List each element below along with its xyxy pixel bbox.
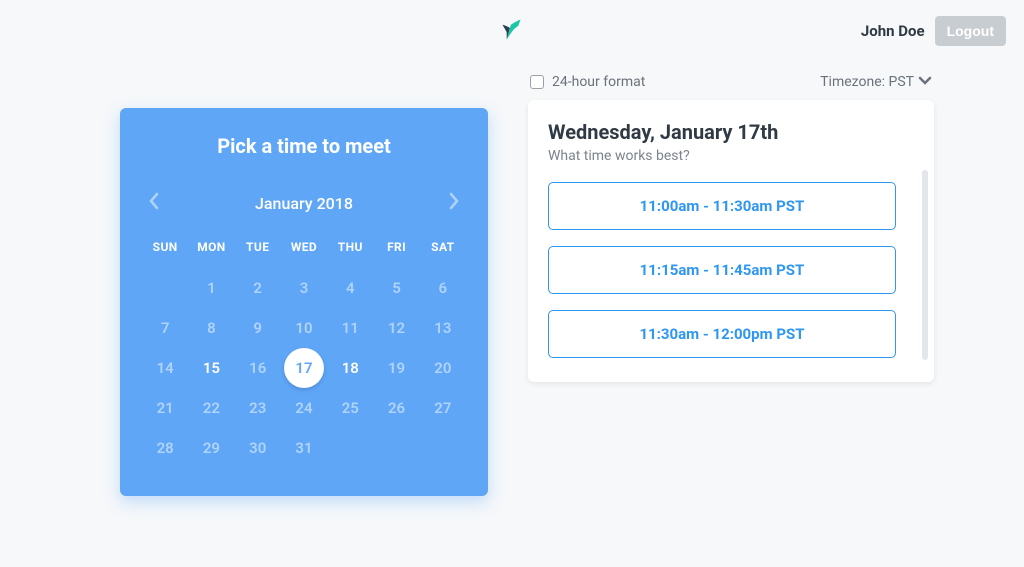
calendar-day[interactable]: 30 [235,428,281,468]
dow-sun: SUN [142,240,188,268]
calendar-day[interactable]: 28 [142,428,188,468]
calendar-day[interactable]: 20 [420,348,466,388]
calendar-week-row: 123456 [142,268,466,308]
calendar-day[interactable]: 7 [142,308,188,348]
calendar-day[interactable]: 11 [327,308,373,348]
calendar-day[interactable]: 29 [188,428,234,468]
slot-options-row: 24-hour format Timezone: PST [528,74,934,90]
calendar-month-label: January 2018 [255,194,353,213]
chevron-left-icon[interactable] [144,188,164,218]
logout-button[interactable]: Logout [935,16,1006,46]
calendar-nav: January 2018 [142,188,466,218]
format-label: 24-hour format [552,74,645,90]
user-name[interactable]: John Doe [861,22,925,40]
timezone-label: Timezone: PST [820,74,914,90]
calendar-dow-row: SUN MON TUE WED THU FRI SAT [142,240,466,268]
chevron-right-icon[interactable] [444,188,464,218]
calendar-day[interactable]: 23 [235,388,281,428]
calendar-day[interactable]: 12 [373,308,419,348]
format-toggle[interactable]: 24-hour format [530,74,645,90]
calendar-day[interactable]: 1 [188,268,234,308]
slot-list: 11:00am - 11:30am PST 11:15am - 11:45am P… [548,182,914,358]
calendar-day[interactable]: 3 [281,268,327,308]
calendar-day[interactable]: 8 [188,308,234,348]
calendar-day[interactable]: 14 [142,348,188,388]
time-slot[interactable]: 11:15am - 11:45am PST [548,246,896,294]
time-slot[interactable]: 11:00am - 11:30am PST [548,182,896,230]
checkbox-24h[interactable] [530,75,544,89]
calendar-day[interactable]: 13 [420,308,466,348]
calendar-day[interactable]: 25 [327,388,373,428]
chevron-down-icon [918,74,932,90]
calendar-day[interactable]: 24 [281,388,327,428]
logo-wrap [318,14,706,48]
top-bar: John Doe Logout [0,0,1024,54]
calendar-day[interactable]: 19 [373,348,419,388]
calendar-day[interactable]: 15 [188,348,234,388]
calendar-day[interactable]: 10 [281,308,327,348]
calendar-day[interactable]: 21 [142,388,188,428]
time-slot[interactable]: 11:30am - 12:00pm PST [548,310,896,358]
calendar-day [142,268,188,308]
calendar-week-row: 78910111213 [142,308,466,348]
calendar-day[interactable]: 9 [235,308,281,348]
calendar-week-row: 21222324252627 [142,388,466,428]
timezone-select[interactable]: Timezone: PST [820,74,932,90]
calendar-day[interactable]: 4 [327,268,373,308]
dow-fri: FRI [373,240,419,268]
calendar-day [327,428,373,468]
calendar-day [420,428,466,468]
calendar-day[interactable]: 22 [188,388,234,428]
dow-mon: MON [188,240,234,268]
calendar-day[interactable]: 18 [327,348,373,388]
hummingbird-icon [495,14,529,48]
calendar-day[interactable]: 26 [373,388,419,428]
calendar-week-row: 14151617181920 [142,348,466,388]
dow-sat: SAT [420,240,466,268]
calendar-panel: Pick a time to meet January 2018 SUN MON… [120,108,488,496]
dow-wed: WED [281,240,327,268]
slots-subtitle: What time works best? [548,148,914,164]
dow-thu: THU [327,240,373,268]
calendar-day[interactable]: 31 [281,428,327,468]
slots-date-title: Wednesday, January 17th [548,120,914,144]
calendar-day-selected[interactable]: 17 [284,348,324,388]
calendar-day[interactable]: 27 [420,388,466,428]
slots-card: Wednesday, January 17th What time works … [528,100,934,382]
calendar-day[interactable]: 2 [235,268,281,308]
calendar-day [373,428,419,468]
dow-tue: TUE [235,240,281,268]
calendar-title: Pick a time to meet [142,134,466,158]
calendar-day[interactable]: 5 [373,268,419,308]
calendar-grid: 1234567891011121314151617181920212223242… [142,268,466,468]
calendar-week-row: 28293031 [142,428,466,468]
calendar-day[interactable]: 6 [420,268,466,308]
slots-column: 24-hour format Timezone: PST Wednesday, … [528,74,934,382]
user-menu: John Doe Logout [706,16,1006,46]
calendar-day[interactable]: 16 [235,348,281,388]
main-content: Pick a time to meet January 2018 SUN MON… [0,54,1024,496]
